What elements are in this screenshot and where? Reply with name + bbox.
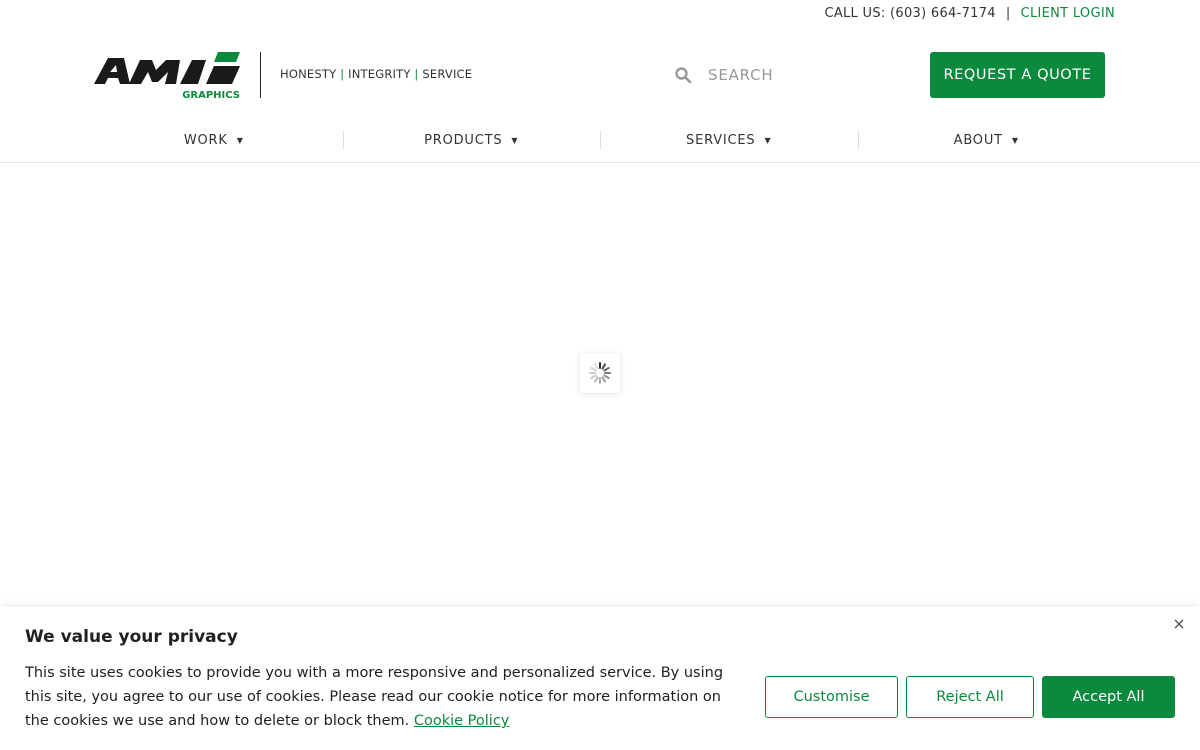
nav-item-about[interactable]: ABOUT ▼ xyxy=(857,124,1116,156)
close-icon[interactable] xyxy=(1170,615,1188,633)
accept-all-button[interactable]: Accept All xyxy=(1042,676,1175,718)
tagline-honesty: HONESTY xyxy=(280,67,337,81)
header-divider xyxy=(0,162,1200,163)
spinner-icon xyxy=(589,362,611,384)
tagline: HONESTY | INTEGRITY | SERVICE xyxy=(280,67,472,81)
nav-item-products[interactable]: PRODUCTS ▼ xyxy=(342,124,601,156)
logo[interactable]: GRAPHICS xyxy=(94,52,242,101)
search-input[interactable] xyxy=(706,65,890,85)
nav-item-label: ABOUT xyxy=(953,132,1003,148)
nav-item-label: WORK xyxy=(183,132,228,148)
client-login-link[interactable]: CLIENT LOGIN xyxy=(1021,6,1115,21)
nav-item-services[interactable]: SERVICES ▼ xyxy=(600,124,858,156)
cookie-text: This site uses cookies to provide you wi… xyxy=(25,665,724,729)
tagline-integrity: INTEGRITY xyxy=(348,67,411,81)
main-nav: WORK ▼ PRODUCTS ▼ SERVICES ▼ ABOUT ▼ xyxy=(85,124,1115,156)
logo-divider xyxy=(260,52,261,98)
cookie-title: We value your privacy xyxy=(25,627,238,647)
nav-item-label: PRODUCTS xyxy=(424,132,503,148)
tagline-service: SERVICE xyxy=(422,67,473,81)
nav-item-label: SERVICES xyxy=(686,132,756,148)
search-bar xyxy=(674,60,894,90)
caret-down-icon: ▼ xyxy=(1011,135,1019,145)
ami-logo-mark: GRAPHICS xyxy=(94,52,240,101)
tagline-separator: | xyxy=(340,67,345,81)
request-quote-button[interactable]: REQUEST A QUOTE xyxy=(930,52,1105,98)
logo-subtitle: GRAPHICS xyxy=(182,90,240,100)
topbar-separator: | xyxy=(1005,6,1011,21)
caret-down-icon: ▼ xyxy=(764,135,772,145)
loading-spinner xyxy=(580,353,620,393)
reject-all-button[interactable]: Reject All xyxy=(906,676,1034,718)
topbar: CALL US: (603) 664-7174 | CLIENT LOGIN xyxy=(824,6,1115,21)
customise-button[interactable]: Customise xyxy=(765,676,898,718)
cookie-description: This site uses cookies to provide you wi… xyxy=(25,661,745,733)
caret-down-icon: ▼ xyxy=(511,135,519,145)
tagline-separator: | xyxy=(414,67,419,81)
call-us-text: CALL US: (603) 664-7174 xyxy=(824,6,996,21)
nav-item-work[interactable]: WORK ▼ xyxy=(85,124,343,156)
cookie-policy-link[interactable]: Cookie Policy xyxy=(414,713,510,729)
search-icon[interactable] xyxy=(674,66,692,84)
cookie-banner: We value your privacy This site uses coo… xyxy=(0,607,1200,750)
caret-down-icon: ▼ xyxy=(236,135,244,145)
